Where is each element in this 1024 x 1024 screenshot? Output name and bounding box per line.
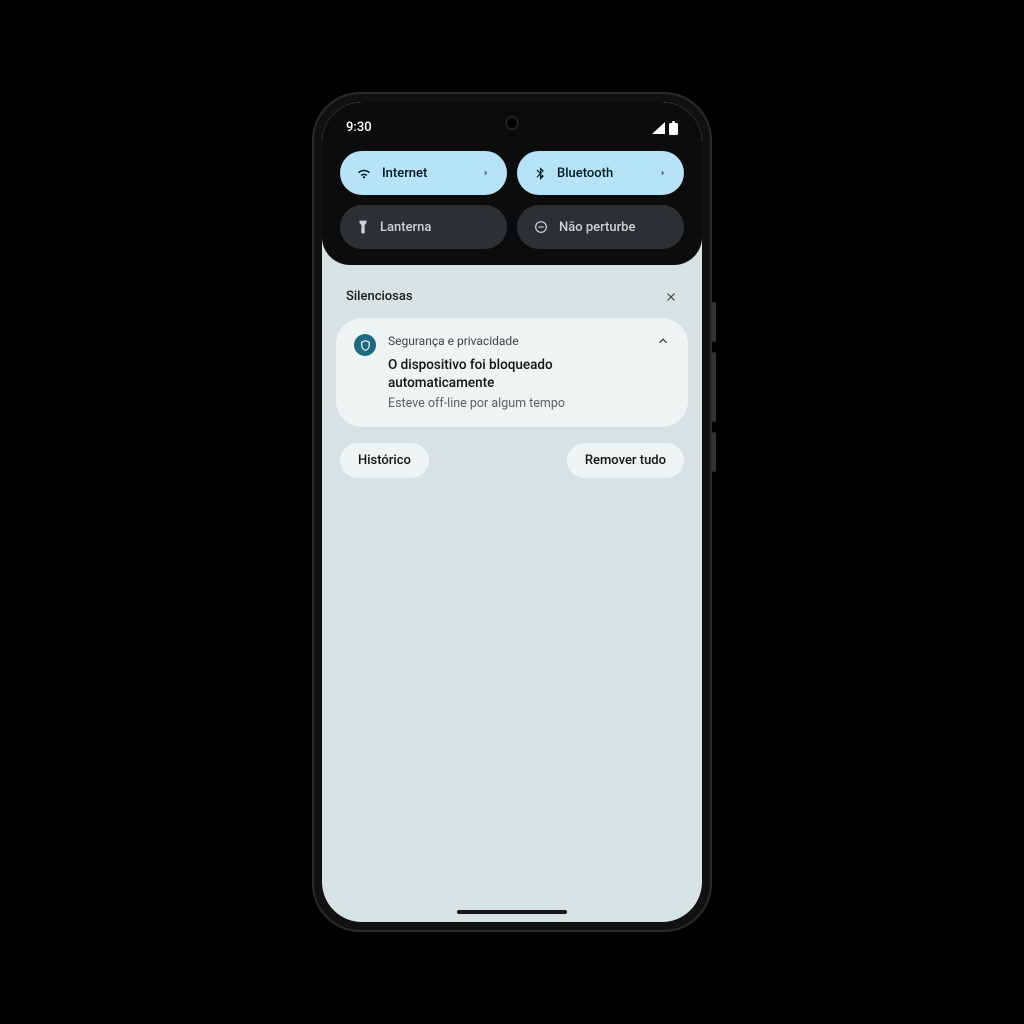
notification-actions: Histórico Remover tudo [336, 427, 688, 494]
side-button [712, 302, 716, 342]
chevron-right-icon [481, 168, 491, 178]
section-header: Silenciosas [336, 283, 688, 318]
close-icon[interactable] [664, 290, 678, 304]
battery-icon [669, 121, 678, 135]
shield-icon [354, 334, 376, 356]
screen: 9:30 Internet [322, 102, 702, 922]
wifi-icon [356, 165, 372, 181]
qs-tile-label: Internet [382, 166, 471, 181]
front-camera [505, 116, 519, 130]
qs-tile-label: Lanterna [380, 220, 491, 235]
phone-frame: 9:30 Internet [312, 92, 712, 932]
qs-tile-label: Bluetooth [557, 166, 648, 181]
notification-app-name: Segurança e privacidade [388, 334, 644, 348]
chevron-up-icon[interactable] [656, 334, 670, 348]
side-button [712, 352, 716, 422]
dnd-icon [533, 219, 549, 235]
qs-tile-label: Não perturbe [559, 220, 668, 235]
notification-subtitle: Esteve off-line por algum tempo [388, 396, 644, 411]
clear-all-button[interactable]: Remover tudo [567, 443, 684, 478]
chevron-right-icon [658, 168, 668, 178]
qs-tile-internet[interactable]: Internet [340, 151, 507, 195]
notification-body: Segurança e privacidade O dispositivo fo… [388, 334, 644, 411]
qs-tile-flashlight[interactable]: Lanterna [340, 205, 507, 249]
bluetooth-icon [533, 165, 547, 181]
history-button[interactable]: Histórico [340, 443, 429, 478]
side-button [712, 432, 716, 472]
cell-signal-icon [651, 122, 665, 134]
notification-card[interactable]: Segurança e privacidade O dispositivo fo… [336, 318, 688, 427]
notification-title: O dispositivo foi bloqueado automaticame… [388, 356, 644, 392]
qs-tile-dnd[interactable]: Não perturbe [517, 205, 684, 249]
flashlight-icon [356, 219, 370, 235]
section-title: Silenciosas [346, 289, 413, 304]
qs-tile-bluetooth[interactable]: Bluetooth [517, 151, 684, 195]
quick-settings-grid: Internet Bluetooth [340, 151, 684, 249]
home-indicator[interactable] [457, 910, 567, 914]
status-icons [651, 121, 678, 135]
notification-shade: Silenciosas Segurança e privacidade O di… [322, 265, 702, 922]
clock: 9:30 [346, 120, 372, 135]
